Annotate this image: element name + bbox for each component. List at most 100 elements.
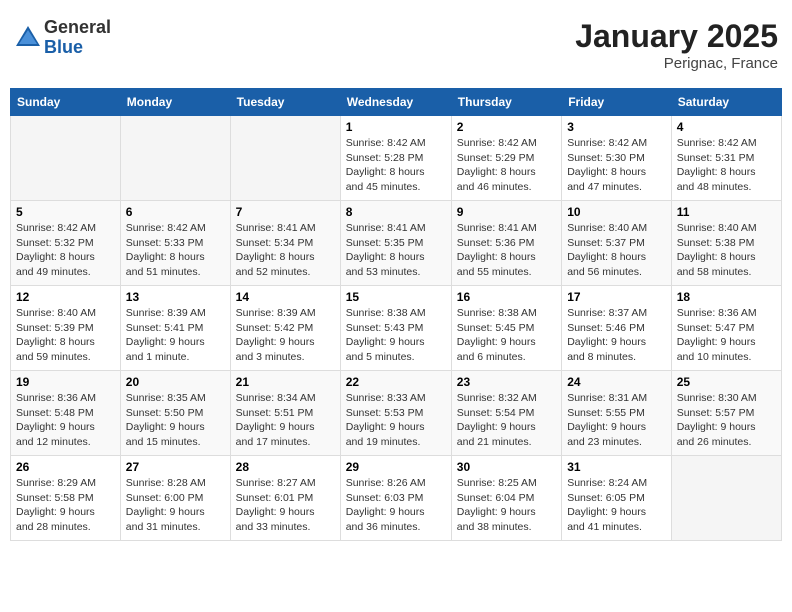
day-number: 10	[567, 205, 666, 219]
calendar-cell	[120, 116, 230, 201]
weekday-header-thursday: Thursday	[451, 89, 561, 116]
day-number: 23	[457, 375, 556, 389]
day-number: 21	[236, 375, 335, 389]
day-info: Sunrise: 8:42 AM Sunset: 5:33 PM Dayligh…	[126, 221, 225, 280]
day-number: 4	[677, 120, 776, 134]
calendar-cell: 8Sunrise: 8:41 AM Sunset: 5:35 PM Daylig…	[340, 201, 451, 286]
week-row-1: 1 Sunrise: 8:42 AM Sunset: 5:28 PM Daylig…	[11, 116, 782, 201]
calendar-cell: 7 Sunrise: 8:41 AM Sunset: 5:34 PM Daylig…	[230, 201, 340, 286]
calendar-cell: 30Sunrise: 8:25 AM Sunset: 6:04 PM Dayli…	[451, 456, 561, 541]
day-info: Sunrise: 8:26 AM Sunset: 6:03 PM Dayligh…	[346, 476, 446, 535]
day-number: 1	[346, 120, 446, 134]
month-title: January 2025	[575, 18, 778, 55]
day-info: Sunrise: 8:31 AM Sunset: 5:55 PM Dayligh…	[567, 391, 666, 450]
calendar-cell: 6 Sunrise: 8:42 AM Sunset: 5:33 PM Daylig…	[120, 201, 230, 286]
week-row-4: 19Sunrise: 8:36 AM Sunset: 5:48 PM Dayli…	[11, 371, 782, 456]
day-number: 9	[457, 205, 556, 219]
calendar-cell: 17Sunrise: 8:37 AM Sunset: 5:46 PM Dayli…	[562, 286, 672, 371]
calendar-cell: 14Sunrise: 8:39 AM Sunset: 5:42 PM Dayli…	[230, 286, 340, 371]
day-number: 29	[346, 460, 446, 474]
day-number: 5	[16, 205, 115, 219]
calendar-cell: 22 Sunrise: 8:33 AM Sunset: 5:53 PM Dayli…	[340, 371, 451, 456]
day-info: Sunrise: 8:37 AM Sunset: 5:46 PM Dayligh…	[567, 306, 666, 365]
calendar-cell: 16 Sunrise: 8:38 AM Sunset: 5:45 PM Dayli…	[451, 286, 561, 371]
calendar-cell: 11 Sunrise: 8:40 AM Sunset: 5:38 PM Dayli…	[671, 201, 781, 286]
title-block: January 2025 Perignac, France	[575, 18, 778, 72]
day-number: 7	[236, 205, 335, 219]
logo: General Blue	[14, 18, 111, 58]
day-number: 3	[567, 120, 666, 134]
day-info: Sunrise: 8:42 AM Sunset: 5:30 PM Dayligh…	[567, 136, 666, 195]
day-info: Sunrise: 8:41 AM Sunset: 5:36 PM Dayligh…	[457, 221, 556, 280]
calendar-cell: 15 Sunrise: 8:38 AM Sunset: 5:43 PM Dayli…	[340, 286, 451, 371]
day-info: Sunrise: 8:34 AM Sunset: 5:51 PM Dayligh…	[236, 391, 335, 450]
day-number: 13	[126, 290, 225, 304]
calendar-cell: 4 Sunrise: 8:42 AM Sunset: 5:31 PM Daylig…	[671, 116, 781, 201]
calendar-cell	[11, 116, 121, 201]
day-info: Sunrise: 8:42 AM Sunset: 5:28 PM Dayligh…	[346, 136, 446, 195]
day-info: Sunrise: 8:28 AM Sunset: 6:00 PM Dayligh…	[126, 476, 225, 535]
weekday-header-row: SundayMondayTuesdayWednesdayThursdayFrid…	[11, 89, 782, 116]
day-info: Sunrise: 8:33 AM Sunset: 5:53 PM Dayligh…	[346, 391, 446, 450]
day-number: 15	[346, 290, 446, 304]
day-info: Sunrise: 8:42 AM Sunset: 5:32 PM Dayligh…	[16, 221, 115, 280]
weekday-header-sunday: Sunday	[11, 89, 121, 116]
calendar-cell: 13Sunrise: 8:39 AM Sunset: 5:41 PM Dayli…	[120, 286, 230, 371]
logo-blue-text: Blue	[44, 38, 111, 58]
calendar-cell: 18Sunrise: 8:36 AM Sunset: 5:47 PM Dayli…	[671, 286, 781, 371]
calendar-cell: 26 Sunrise: 8:29 AM Sunset: 5:58 PM Dayli…	[11, 456, 121, 541]
weekday-header-friday: Friday	[562, 89, 672, 116]
calendar-cell: 12 Sunrise: 8:40 AM Sunset: 5:39 PM Dayli…	[11, 286, 121, 371]
location-title: Perignac, France	[575, 55, 778, 72]
calendar-cell	[671, 456, 781, 541]
calendar-cell	[230, 116, 340, 201]
week-row-2: 5 Sunrise: 8:42 AM Sunset: 5:32 PM Daylig…	[11, 201, 782, 286]
day-number: 30	[457, 460, 556, 474]
day-number: 14	[236, 290, 335, 304]
logo-icon	[14, 24, 42, 52]
day-info: Sunrise: 8:36 AM Sunset: 5:47 PM Dayligh…	[677, 306, 776, 365]
week-row-3: 12 Sunrise: 8:40 AM Sunset: 5:39 PM Dayli…	[11, 286, 782, 371]
day-number: 11	[677, 205, 776, 219]
day-info: Sunrise: 8:38 AM Sunset: 5:45 PM Dayligh…	[457, 306, 556, 365]
day-info: Sunrise: 8:38 AM Sunset: 5:43 PM Dayligh…	[346, 306, 446, 365]
day-info: Sunrise: 8:24 AM Sunset: 6:05 PM Dayligh…	[567, 476, 666, 535]
day-info: Sunrise: 8:40 AM Sunset: 5:38 PM Dayligh…	[677, 221, 776, 280]
calendar-cell: 20Sunrise: 8:35 AM Sunset: 5:50 PM Dayli…	[120, 371, 230, 456]
day-number: 2	[457, 120, 556, 134]
day-info: Sunrise: 8:32 AM Sunset: 5:54 PM Dayligh…	[457, 391, 556, 450]
calendar-cell: 23 Sunrise: 8:32 AM Sunset: 5:54 PM Dayli…	[451, 371, 561, 456]
day-info: Sunrise: 8:42 AM Sunset: 5:31 PM Dayligh…	[677, 136, 776, 195]
day-info: Sunrise: 8:27 AM Sunset: 6:01 PM Dayligh…	[236, 476, 335, 535]
day-number: 24	[567, 375, 666, 389]
calendar-cell: 9 Sunrise: 8:41 AM Sunset: 5:36 PM Daylig…	[451, 201, 561, 286]
weekday-header-monday: Monday	[120, 89, 230, 116]
page-header: General Blue January 2025 Perignac, Fran…	[10, 10, 782, 80]
calendar-cell: 27 Sunrise: 8:28 AM Sunset: 6:00 PM Dayli…	[120, 456, 230, 541]
day-number: 28	[236, 460, 335, 474]
day-number: 25	[677, 375, 776, 389]
day-info: Sunrise: 8:40 AM Sunset: 5:39 PM Dayligh…	[16, 306, 115, 365]
calendar-cell: 10 Sunrise: 8:40 AM Sunset: 5:37 PM Dayli…	[562, 201, 672, 286]
day-number: 27	[126, 460, 225, 474]
calendar-cell: 2Sunrise: 8:42 AM Sunset: 5:29 PM Daylig…	[451, 116, 561, 201]
calendar-cell: 28 Sunrise: 8:27 AM Sunset: 6:01 PM Dayli…	[230, 456, 340, 541]
day-info: Sunrise: 8:40 AM Sunset: 5:37 PM Dayligh…	[567, 221, 666, 280]
day-number: 22	[346, 375, 446, 389]
day-number: 26	[16, 460, 115, 474]
day-number: 6	[126, 205, 225, 219]
calendar-cell: 19Sunrise: 8:36 AM Sunset: 5:48 PM Dayli…	[11, 371, 121, 456]
calendar-cell: 24 Sunrise: 8:31 AM Sunset: 5:55 PM Dayli…	[562, 371, 672, 456]
day-info: Sunrise: 8:41 AM Sunset: 5:34 PM Dayligh…	[236, 221, 335, 280]
day-info: Sunrise: 8:30 AM Sunset: 5:57 PM Dayligh…	[677, 391, 776, 450]
calendar-cell: 5 Sunrise: 8:42 AM Sunset: 5:32 PM Daylig…	[11, 201, 121, 286]
week-row-5: 26 Sunrise: 8:29 AM Sunset: 5:58 PM Dayli…	[11, 456, 782, 541]
day-info: Sunrise: 8:29 AM Sunset: 5:58 PM Dayligh…	[16, 476, 115, 535]
day-info: Sunrise: 8:35 AM Sunset: 5:50 PM Dayligh…	[126, 391, 225, 450]
calendar-cell: 29 Sunrise: 8:26 AM Sunset: 6:03 PM Dayli…	[340, 456, 451, 541]
calendar-cell: 1 Sunrise: 8:42 AM Sunset: 5:28 PM Daylig…	[340, 116, 451, 201]
day-info: Sunrise: 8:41 AM Sunset: 5:35 PM Dayligh…	[346, 221, 446, 280]
weekday-header-wednesday: Wednesday	[340, 89, 451, 116]
day-number: 16	[457, 290, 556, 304]
day-number: 12	[16, 290, 115, 304]
